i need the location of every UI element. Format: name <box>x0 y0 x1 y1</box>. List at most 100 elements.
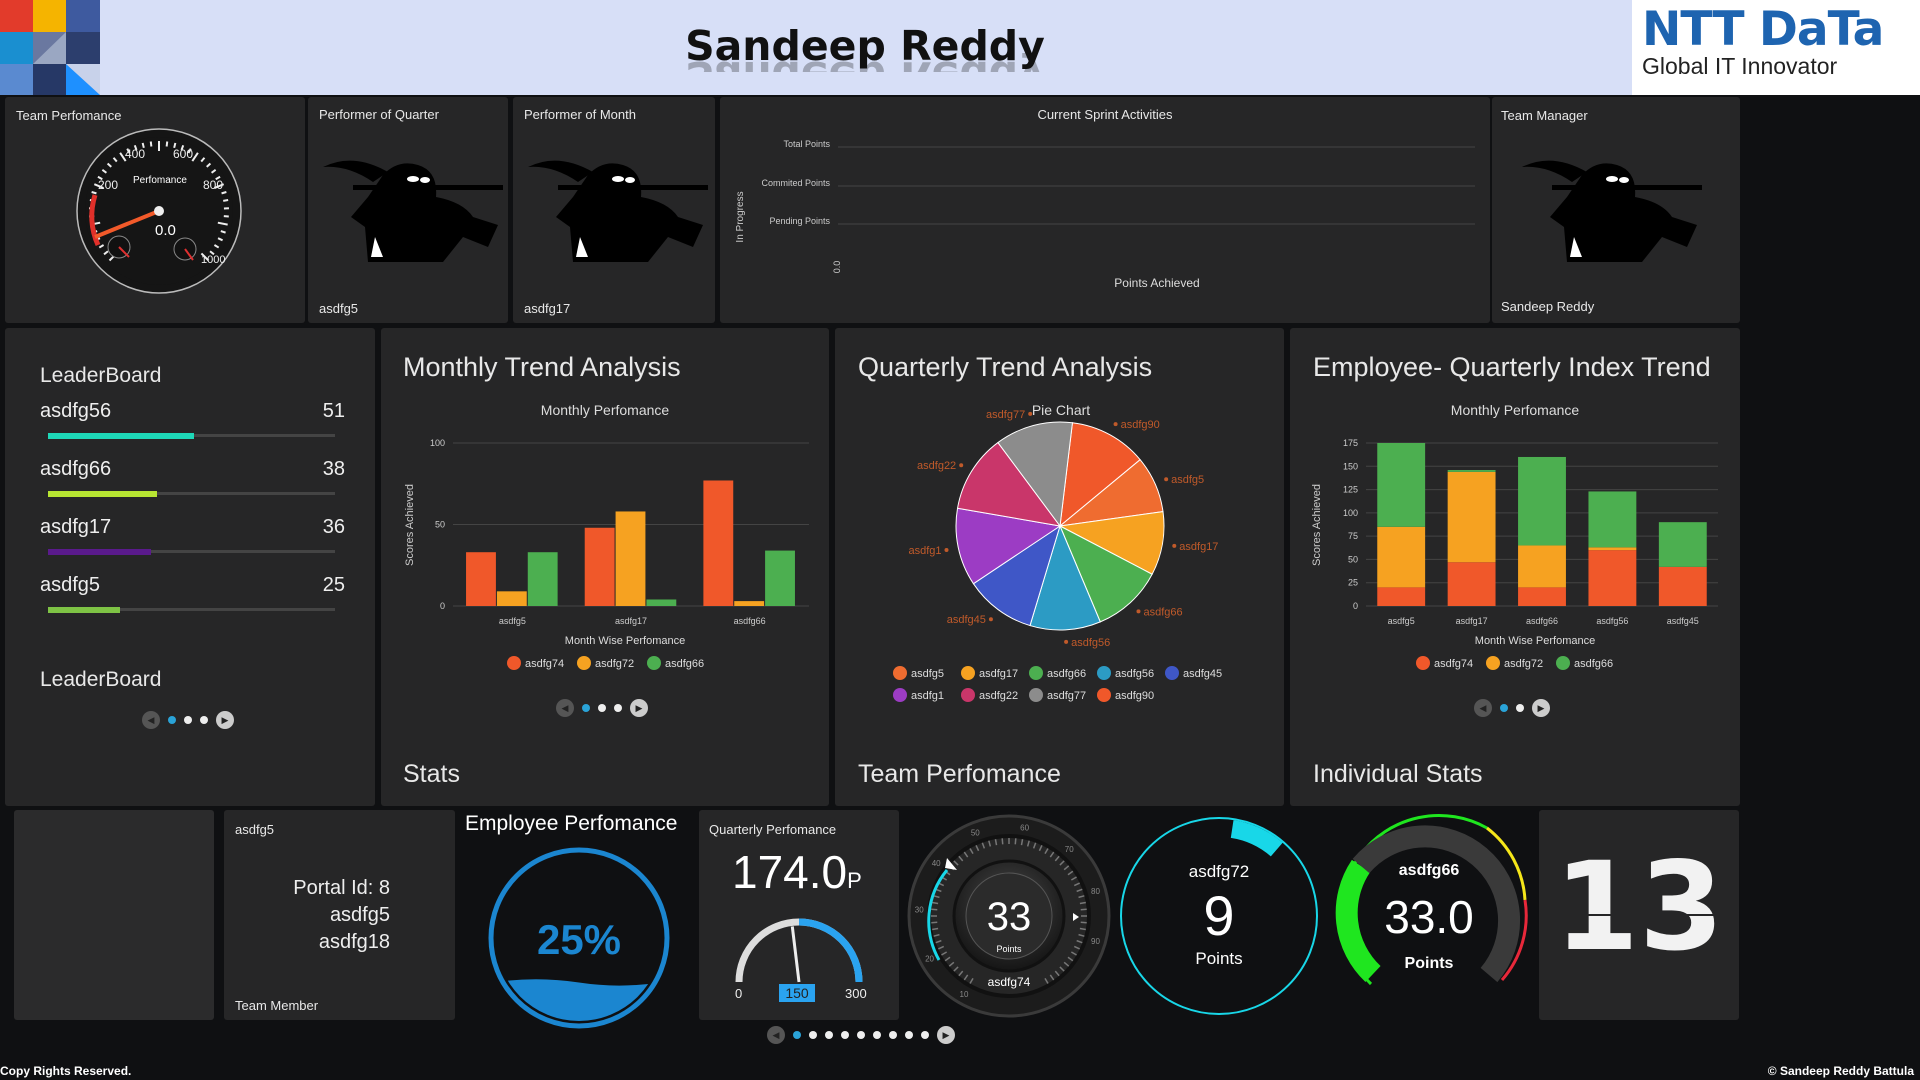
legend-swatch <box>1029 688 1043 702</box>
monthly-bar-chart: Monthly Perfomance Scores Achieved 0 50 100 a… <box>404 402 809 670</box>
pager-dot[interactable] <box>598 704 606 712</box>
member-role: Team Member <box>235 998 319 1013</box>
legend-label: asdfg66 <box>665 658 704 670</box>
next-arrow-icon[interactable]: ▶ <box>216 711 234 729</box>
quarterly-pie-chart: Pie Chart asdfg90 asdfg5 asdfg17 asdfg66 asdf… <box>893 402 1222 702</box>
team-manager-panel: Team Manager Sandeep Reddy <box>1492 97 1740 323</box>
quarterly-performance-tile: Quarterly Perfomance 174.0P 0 300 150 <box>699 810 899 1020</box>
panel-title: Employee- Quarterly Index Trend <box>1313 352 1711 382</box>
pager-dot[interactable] <box>614 704 622 712</box>
ring-value: 33.0 <box>1384 891 1474 943</box>
pager-dot[interactable] <box>184 716 192 724</box>
pager-dot[interactable] <box>889 1031 897 1039</box>
pager-dot[interactable] <box>873 1031 881 1039</box>
legend-label: asdfg56 <box>1115 668 1154 680</box>
chart-title: Pie Chart <box>1032 402 1090 418</box>
pager-dot[interactable] <box>793 1031 801 1039</box>
dial-tick-label: 40 <box>932 859 941 868</box>
pie-label: asdfg17 <box>1179 541 1218 553</box>
needle-value-badge: 150 <box>779 984 815 1002</box>
chart-title: Monthly Perfomance <box>541 402 670 418</box>
prev-arrow-icon[interactable]: ◀ <box>556 699 574 717</box>
bar-segment <box>1588 550 1637 606</box>
team-performance-gauge: 200 400 600 800 1000 Perfomance 0.0 <box>76 128 242 294</box>
pager-dot[interactable] <box>582 704 590 712</box>
pager-dot[interactable] <box>1500 704 1508 712</box>
y-tick-label: 50 <box>435 520 445 530</box>
leaderboard-entry-value: 25 <box>322 574 345 596</box>
pager-dot[interactable] <box>200 716 208 724</box>
pie-label-dot <box>959 463 964 468</box>
flip-counter-tile: 13 <box>1539 810 1739 1020</box>
x-tick-label: asdfg45 <box>1667 616 1699 626</box>
monthly-pager[interactable]: ◀ ▶ <box>556 699 648 717</box>
bar <box>584 527 615 606</box>
pager-dot[interactable] <box>857 1031 865 1039</box>
leaderboard-pager[interactable]: ◀ ▶ <box>142 711 234 729</box>
prev-arrow-icon[interactable]: ◀ <box>1474 699 1492 717</box>
ring-unit: Points <box>1405 955 1454 972</box>
prev-arrow-icon[interactable]: ◀ <box>767 1026 785 1044</box>
flip-counter-value: 13 <box>1554 836 1724 978</box>
employee-stacked-bar-chart: Monthly Perfomance Scores Achieved 0 25 50 75… <box>1311 402 1718 670</box>
pie-label: asdfg77 <box>986 409 1025 421</box>
pager-dot[interactable] <box>809 1031 817 1039</box>
bar-segment <box>1588 547 1637 551</box>
sprint-activities-panel: Current Sprint Activities In Progress To… <box>720 97 1490 323</box>
svg-text:300: 300 <box>845 986 867 998</box>
bar-segment <box>1377 443 1426 527</box>
svg-text:0.0: 0.0 <box>832 261 842 274</box>
svg-text:Total Points: Total Points <box>783 139 830 149</box>
bar-segment <box>1518 545 1566 588</box>
y-tick-label: 75 <box>1348 531 1358 541</box>
sprint-chart: In Progress Total Points Commited Points… <box>735 139 1475 290</box>
gauge-tick <box>223 199 229 202</box>
pager-dot[interactable] <box>1516 704 1524 712</box>
panel-title: Performer of Quarter <box>319 107 439 122</box>
pager-dot[interactable] <box>168 716 176 724</box>
next-arrow-icon[interactable]: ▶ <box>937 1026 955 1044</box>
legend-label: asdfg74 <box>1434 658 1473 670</box>
legend-label: asdfg74 <box>525 658 564 670</box>
pager-dot[interactable] <box>905 1031 913 1039</box>
bar-segment <box>1377 587 1426 606</box>
leaderboard-bar-fill <box>48 606 120 613</box>
y-tick-label: 50 <box>1348 554 1358 564</box>
bar <box>646 599 677 606</box>
legend-label: asdfg77 <box>1047 690 1086 702</box>
y-tick-label: 25 <box>1348 578 1358 588</box>
legend-swatch <box>647 656 661 670</box>
percent-label: 25% <box>537 916 621 963</box>
pager-dot[interactable] <box>841 1031 849 1039</box>
bottom-pager[interactable]: ◀ ▶ <box>767 1026 955 1044</box>
copyright-left: Copy Rights Reserved. <box>0 1064 132 1078</box>
dial-tick <box>1020 839 1024 846</box>
pager-dot[interactable] <box>921 1031 929 1039</box>
member-line: asdfg5 <box>329 904 390 926</box>
ring-unit: Points <box>1195 949 1242 968</box>
svg-text:600: 600 <box>173 147 193 161</box>
legend-label: asdfg90 <box>1115 690 1154 702</box>
panel-footer-title: Stats <box>403 760 460 788</box>
quarterly-arc-gauge: 0 300 <box>735 918 867 998</box>
dial-tick <box>1079 927 1086 931</box>
svg-text:1000: 1000 <box>201 254 225 266</box>
pie-label: asdfg1 <box>908 545 941 557</box>
legend-swatch <box>1416 656 1430 670</box>
dial-tick <box>932 901 939 905</box>
prev-arrow-icon[interactable]: ◀ <box>142 711 160 729</box>
panel-title: Team Perfomance <box>16 108 122 123</box>
next-arrow-icon[interactable]: ▶ <box>1532 699 1550 717</box>
legend-swatch <box>961 688 975 702</box>
employee-pager[interactable]: ◀ ▶ <box>1474 699 1550 717</box>
pie-label-dot <box>1028 411 1033 416</box>
dial-tick <box>994 839 998 846</box>
legend-swatch <box>1029 666 1043 680</box>
bar <box>496 591 527 606</box>
bar-segment <box>1658 522 1707 567</box>
pager-dot[interactable] <box>825 1031 833 1039</box>
next-arrow-icon[interactable]: ▶ <box>630 699 648 717</box>
ninja-avatar-image <box>1522 160 1702 262</box>
manager-name: Sandeep Reddy <box>1501 299 1595 314</box>
gauge-value: 0.0 <box>155 222 176 239</box>
